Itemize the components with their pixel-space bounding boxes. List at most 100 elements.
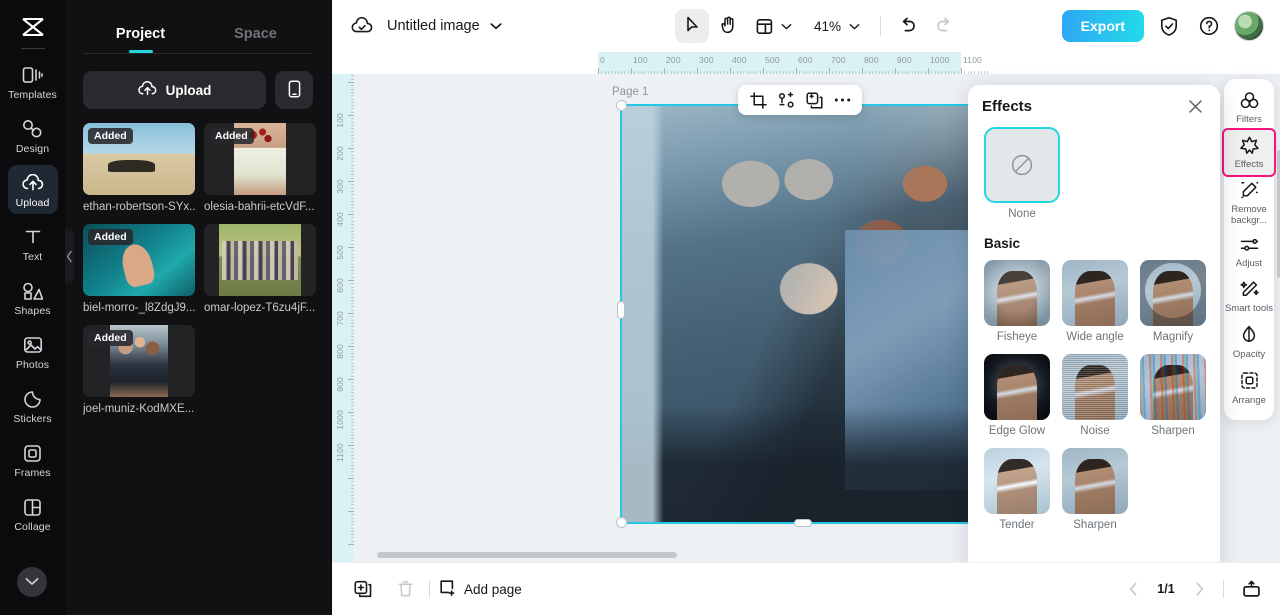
vertical-ruler[interactable]: 100 200 300 400 500 600 700 800 900 1000 1100: [332, 74, 354, 562]
effect-thumbnail[interactable]: [984, 354, 1050, 420]
asset-thumbnail[interactable]: Added: [83, 224, 195, 296]
close-icon[interactable]: [1184, 95, 1206, 117]
zoom-control[interactable]: 41%: [806, 19, 870, 34]
crop-button[interactable]: [745, 87, 771, 113]
redo-button[interactable]: [927, 9, 961, 43]
prev-page-button[interactable]: [1121, 577, 1145, 601]
rail-collapse-button[interactable]: [17, 567, 47, 597]
dock-item-arrange[interactable]: Arrange: [1224, 365, 1274, 411]
no-effect-slash-icon[interactable]: [984, 127, 1060, 203]
asset-thumbnail[interactable]: Added: [83, 325, 195, 397]
asset-item[interactable]: Added ethan-robertson-SYx...: [83, 123, 195, 213]
ruler-tick: [974, 71, 976, 74]
effect-item[interactable]: Wide angle: [1062, 260, 1128, 343]
selected-image[interactable]: [620, 104, 983, 524]
effect-item[interactable]: Sharpen: [1062, 448, 1128, 531]
effect-thumbnail[interactable]: [1062, 260, 1128, 326]
dock-item-remove-backgr[interactable]: Remove backgr...: [1224, 175, 1274, 231]
ruler-tick: [351, 365, 354, 367]
layout-grid-icon: [747, 9, 781, 43]
capcut-logo-icon[interactable]: [13, 10, 53, 44]
effect-thumbnail[interactable]: [1062, 354, 1128, 420]
tab-space[interactable]: Space: [198, 26, 313, 54]
sidebar-item-templates[interactable]: Templates: [8, 57, 58, 106]
ruler-tick: [789, 71, 791, 74]
hand-tool-button[interactable]: [711, 9, 745, 43]
effect-label: Fisheye: [996, 331, 1038, 343]
shield-check-icon[interactable]: [1154, 11, 1184, 41]
ruler-tick: [772, 71, 774, 74]
sidebar-item-collage[interactable]: Collage: [8, 489, 58, 538]
top-toolbar: Untitled image 41% Export: [332, 0, 1280, 52]
dock-item-smart-tools[interactable]: Smart tools: [1224, 274, 1274, 319]
asset-thumbnail[interactable]: Added: [204, 123, 316, 195]
tab-project[interactable]: Project: [83, 26, 198, 54]
duplicate-page-button[interactable]: [348, 574, 378, 604]
added-badge: Added: [88, 229, 133, 245]
sidebar-item-text[interactable]: Text: [8, 219, 58, 268]
present-button[interactable]: [1236, 574, 1266, 604]
chevron-down-icon[interactable]: [490, 22, 502, 30]
undo-button[interactable]: [891, 9, 925, 43]
asset-item[interactable]: omar-lopez-T6zu4jF...: [204, 224, 316, 314]
remove-background-icon: [1240, 181, 1259, 202]
upload-from-device-button[interactable]: [275, 71, 313, 109]
horizontal-ruler[interactable]: 0 100 200 300 400 500 600 700 800 900 1000 1100: [354, 52, 1280, 74]
sidebar-item-shapes[interactable]: Shapes: [8, 273, 58, 322]
canvas-horizontal-scrollbar[interactable]: [377, 552, 677, 558]
ruler-tick: [351, 273, 354, 275]
ruler-tick: [348, 148, 354, 149]
asset-item[interactable]: Added olesia-bahrii-etcVdF...: [204, 123, 316, 213]
duplicate-button[interactable]: [801, 87, 827, 113]
ruler-tick: [351, 190, 354, 192]
effect-item[interactable]: Magnify: [1140, 260, 1206, 343]
asset-filename: joel-muniz-KodMXE...: [83, 403, 195, 415]
artboard[interactable]: [620, 104, 983, 524]
effect-item[interactable]: Fisheye: [984, 260, 1050, 343]
effect-thumbnail[interactable]: [984, 448, 1050, 514]
delete-page-button[interactable]: [390, 574, 420, 604]
question-circle-icon[interactable]: [1194, 11, 1224, 41]
layout-tool-button[interactable]: [747, 9, 794, 43]
ruler-tick: [743, 71, 745, 74]
dock-item-opacity[interactable]: Opacity: [1224, 319, 1274, 365]
next-page-button[interactable]: [1187, 577, 1211, 601]
more-options-button[interactable]: [829, 87, 855, 113]
ruler-corner: [332, 52, 354, 74]
add-page-button[interactable]: Add page: [439, 579, 522, 600]
effect-thumbnail[interactable]: [1140, 260, 1206, 326]
dock-item-filters[interactable]: Filters: [1224, 86, 1274, 130]
ruler-tick: [351, 204, 354, 206]
avatar[interactable]: [1234, 11, 1264, 41]
asset-thumbnail[interactable]: Added: [83, 123, 195, 195]
sidebar-item-frames[interactable]: Frames: [8, 435, 58, 484]
dock-item-adjust[interactable]: Adjust: [1224, 231, 1274, 274]
dock-item-effects[interactable]: Effects: [1222, 128, 1276, 177]
sidebar-item-design[interactable]: Design: [8, 111, 58, 160]
effect-thumbnail[interactable]: [1140, 354, 1206, 420]
asset-thumbnail[interactable]: [204, 224, 316, 296]
effect-item[interactable]: Noise: [1062, 354, 1128, 437]
cloud-saved-icon[interactable]: [351, 17, 373, 35]
effect-item[interactable]: Tender: [984, 448, 1050, 531]
asset-item[interactable]: Added biel-morro-_l8ZdgJ9...: [83, 224, 195, 314]
effect-item[interactable]: Edge Glow: [984, 354, 1050, 437]
effect-item[interactable]: Sharpen: [1140, 354, 1206, 437]
export-button[interactable]: Export: [1061, 10, 1144, 42]
sidebar-item-photos[interactable]: Photos: [8, 327, 58, 376]
effect-none-item[interactable]: None: [984, 127, 1060, 220]
document-title[interactable]: Untitled image: [387, 18, 480, 34]
panel-collapse-handle[interactable]: [65, 228, 74, 284]
sidebar-item-stickers[interactable]: Stickers: [8, 381, 58, 430]
effect-thumbnail[interactable]: [984, 260, 1050, 326]
cutout-nodes-icon[interactable]: [773, 87, 799, 113]
sidebar-item-upload[interactable]: Upload: [7, 165, 58, 214]
ruler-tick: [351, 118, 354, 120]
object-context-toolbar: [738, 85, 862, 115]
upload-button[interactable]: Upload: [83, 71, 266, 109]
ruler-tick: [351, 316, 354, 318]
select-tool-button[interactable]: [675, 9, 709, 43]
asset-item[interactable]: Added joel-muniz-KodMXE...: [83, 325, 195, 415]
ruler-tick: [351, 342, 354, 344]
effect-thumbnail[interactable]: [1062, 448, 1128, 514]
